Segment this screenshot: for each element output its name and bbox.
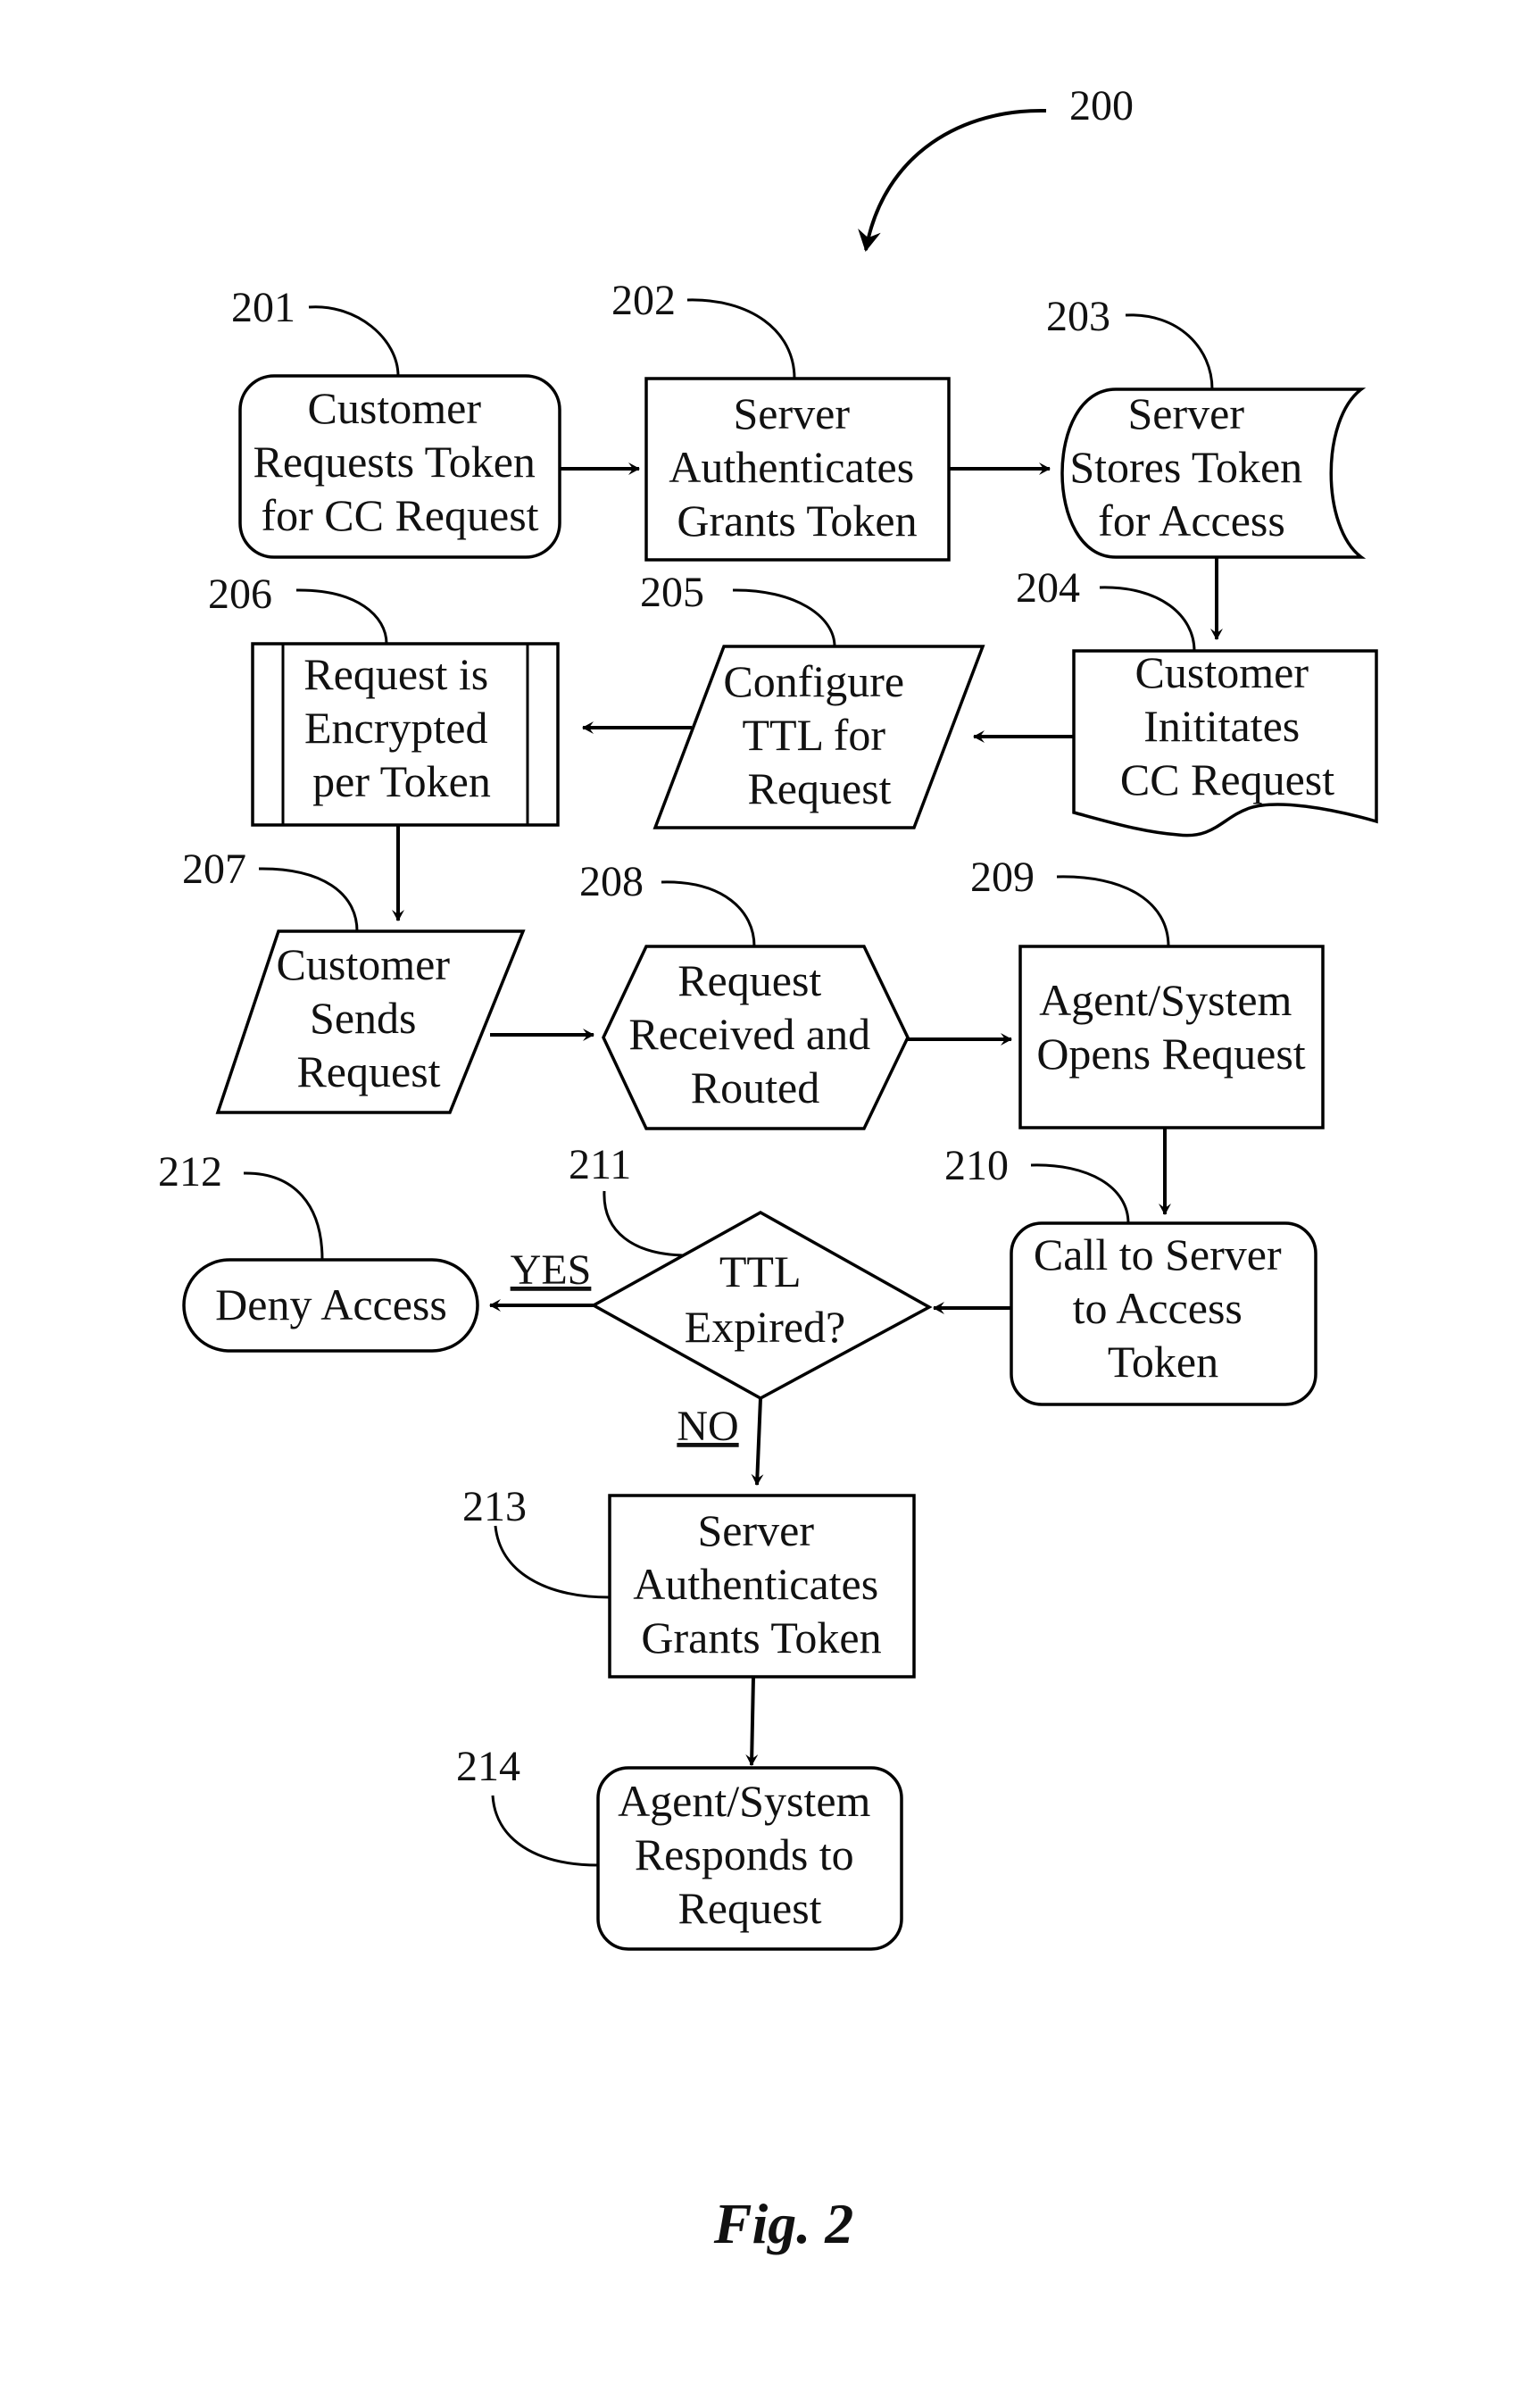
figure-reference-arrow [858, 108, 1047, 252]
leader-line-203 [1125, 313, 1214, 390]
leader-line-210 [1030, 1163, 1130, 1224]
ref-label-205: 205 [640, 569, 704, 616]
figure-caption: Fig. 2 [713, 2192, 853, 2255]
ref-label-210: 210 [944, 1142, 1009, 1189]
ref-label-213: 213 [462, 1483, 527, 1530]
branch-label-no: NO [677, 1403, 738, 1450]
flowchart-diagram: 200 201 Customer Requests Token for CC R… [158, 82, 1378, 2255]
leader-line-213 [494, 1525, 611, 1599]
ref-label-206: 206 [208, 571, 272, 618]
arrow-211-to-213-no [751, 1397, 764, 1486]
branch-label-yes: YES [511, 1246, 592, 1294]
node-212-text: Deny Access [215, 1279, 447, 1329]
leader-line-202 [686, 298, 796, 379]
ref-label-209: 209 [970, 854, 1035, 901]
leader-line-205 [732, 588, 836, 647]
arrow-213-to-214 [745, 1676, 759, 1766]
node-206-text: Request is Encrypted per Token [303, 649, 499, 806]
ref-label-204: 204 [1016, 564, 1080, 612]
leader-line-211 [603, 1190, 686, 1257]
leader-line-214 [491, 1795, 599, 1867]
ref-label-214: 214 [456, 1743, 520, 1790]
leader-line-209 [1056, 875, 1170, 947]
ref-label-203: 203 [1046, 293, 1110, 340]
ref-label-201: 201 [231, 284, 295, 331]
leader-line-204 [1099, 586, 1196, 652]
node-205-text: Configure TTL for Request [723, 656, 915, 813]
leader-line-208 [661, 880, 756, 947]
leader-line-201 [308, 305, 400, 377]
leader-line-212 [243, 1171, 324, 1261]
leader-line-207 [258, 867, 359, 932]
ref-label-211: 211 [569, 1141, 631, 1188]
figure-reference-label: 200 [1069, 82, 1134, 129]
ref-label-202: 202 [611, 277, 676, 324]
ref-label-208: 208 [579, 858, 644, 905]
leader-line-206 [295, 588, 388, 645]
node-204-text: Customer Inititates CC Request [1120, 647, 1334, 804]
ref-label-212: 212 [158, 1148, 222, 1196]
ref-label-207: 207 [182, 846, 246, 893]
